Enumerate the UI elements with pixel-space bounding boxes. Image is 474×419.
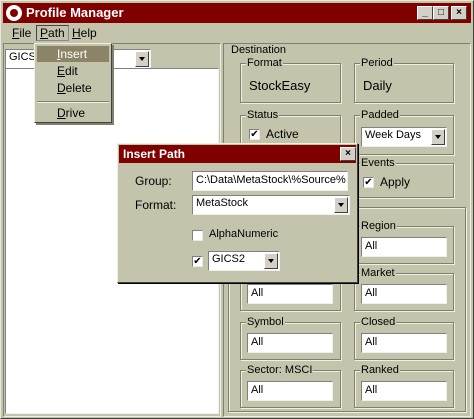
events-checkbox[interactable]: ✔ xyxy=(363,177,374,188)
status-checkbox[interactable]: ✔ xyxy=(249,129,260,140)
menu-drive[interactable]: Drive xyxy=(37,105,109,121)
menu-insert[interactable]: Insert xyxy=(37,46,109,62)
status-checkbox-label: Active xyxy=(266,127,299,141)
group-input[interactable]: C:\Data\MetaStock\%Source% xyxy=(192,171,348,191)
symbol-field[interactable]: All xyxy=(247,333,333,353)
menu-delete-key: D xyxy=(57,81,66,95)
symbol-group: Symbol All xyxy=(240,316,341,360)
gics-select-value: GICS2 xyxy=(212,253,246,265)
symbol-label: Symbol xyxy=(246,316,285,328)
minimize-button[interactable]: _ xyxy=(417,6,433,20)
menu-edit-rest: dit xyxy=(65,64,78,78)
sector-field[interactable]: All xyxy=(247,381,333,401)
closed-label: Closed xyxy=(360,316,397,328)
profile-manager-window: Profile Manager _ □ × File Path Help GIC… xyxy=(0,0,474,419)
title-bar[interactable]: Profile Manager _ □ × xyxy=(3,3,471,23)
profile-manager-icon[interactable] xyxy=(6,5,22,21)
padded-select-value: Week Days xyxy=(365,129,422,141)
padded-label: Padded xyxy=(360,109,400,121)
maximize-button[interactable]: □ xyxy=(433,6,449,20)
padded-select[interactable]: Week Days xyxy=(361,127,447,147)
chevron-down-icon[interactable] xyxy=(264,253,278,269)
period-group: Period Daily xyxy=(354,57,454,103)
menu-drive-key: D xyxy=(57,106,66,120)
filter-left-a-field[interactable]: All xyxy=(247,284,333,304)
alphanumeric-checkbox[interactable] xyxy=(192,230,203,241)
path-dropdown-menu: Insert Edit Delete Drive xyxy=(34,43,112,123)
ranked-label: Ranked xyxy=(360,364,400,376)
menu-help[interactable]: Help xyxy=(69,26,100,40)
events-checkbox-label: Apply xyxy=(380,175,411,189)
group-label: Group: xyxy=(135,174,172,188)
events-group: Events ✔ Apply xyxy=(354,157,454,198)
padded-group: Padded Week Days xyxy=(354,109,454,155)
insert-path-title: Insert Path xyxy=(123,147,186,161)
ranked-group: Ranked All xyxy=(354,364,454,408)
market-field[interactable]: All xyxy=(361,284,447,304)
insert-path-dialog: Insert Path × Group: C:\Data\MetaStock\%… xyxy=(117,143,358,283)
menu-insert-rest: nsert xyxy=(60,47,88,61)
insert-path-title-bar[interactable]: Insert Path xyxy=(119,145,356,163)
gics-checkbox[interactable]: ✔ xyxy=(192,256,203,267)
menu-delete-rest: elete xyxy=(65,81,92,95)
destination-label: Destination xyxy=(230,44,288,56)
sector-group: Sector: MSCI All xyxy=(240,364,341,408)
menu-path[interactable]: Path xyxy=(36,25,69,41)
status-label: Status xyxy=(246,109,280,121)
menu-help-key: H xyxy=(72,26,81,40)
format-value: StockEasy xyxy=(249,78,311,93)
format-dialog-label: Format: xyxy=(135,198,177,212)
closed-field[interactable]: All xyxy=(361,333,447,353)
close-button[interactable]: × xyxy=(451,6,467,20)
window-title: Profile Manager xyxy=(26,5,124,20)
menu-edit-key: E xyxy=(57,64,66,78)
menu-file[interactable]: File xyxy=(9,26,34,40)
menu-help-rest: elp xyxy=(80,26,97,40)
region-field[interactable]: All xyxy=(361,237,447,257)
menu-path-key: P xyxy=(40,26,49,40)
market-label: Market xyxy=(360,267,396,279)
region-group: Region All xyxy=(354,220,454,264)
gics-select[interactable]: GICS2 xyxy=(208,251,280,271)
chevron-down-icon[interactable] xyxy=(431,129,445,145)
menu-drive-rest: rive xyxy=(65,106,86,120)
menu-path-rest: ath xyxy=(48,26,65,40)
format-group: Format StockEasy xyxy=(240,57,341,103)
menu-delete[interactable]: Delete xyxy=(37,80,109,96)
format-select[interactable]: MetaStock xyxy=(192,195,350,215)
menu-edit[interactable]: Edit xyxy=(37,63,109,79)
closed-group: Closed All xyxy=(354,316,454,360)
sector-label: Sector: MSCI xyxy=(246,364,314,376)
menu-file-rest: ile xyxy=(19,26,32,40)
menu-separator xyxy=(37,101,109,103)
events-label: Events xyxy=(360,157,396,169)
chevron-down-icon[interactable] xyxy=(334,197,348,213)
alphanumeric-label: AlphaNumeric xyxy=(209,228,279,240)
format-label: Format xyxy=(246,57,283,69)
ranked-field[interactable]: All xyxy=(361,381,447,401)
chevron-down-icon[interactable] xyxy=(135,51,149,67)
period-value: Daily xyxy=(363,78,392,93)
format-select-value: MetaStock xyxy=(196,197,248,209)
period-label: Period xyxy=(360,57,394,69)
market-group: Market All xyxy=(354,267,454,311)
region-label: Region xyxy=(360,220,397,232)
menu-bar: File Path Help xyxy=(3,24,471,42)
dialog-close-button[interactable]: × xyxy=(340,147,356,161)
